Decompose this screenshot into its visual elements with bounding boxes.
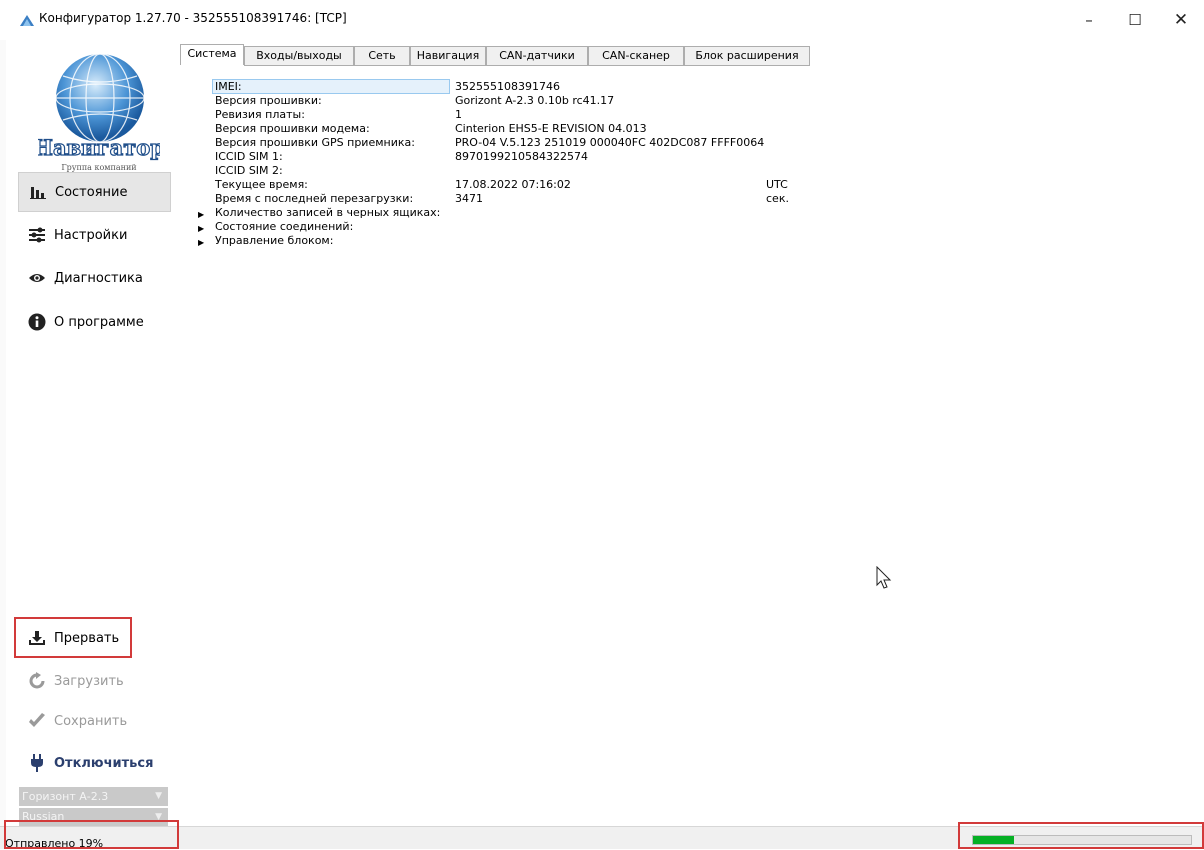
minimize-button[interactable]: –	[1066, 4, 1112, 36]
sidebar-item-diagnostics[interactable]: Диагностика	[18, 258, 171, 298]
sidebar-item-label: Диагностика	[54, 270, 143, 286]
device-select-value: Горизонт А-2.3	[22, 790, 109, 803]
tab-network[interactable]: Сеть	[354, 46, 410, 66]
expand-arrow-icon[interactable]: ▶	[198, 208, 204, 222]
property-unit: UTC	[766, 178, 788, 191]
download-icon	[26, 630, 48, 646]
svg-text:Группа компаний: Группа компаний	[61, 163, 136, 172]
tab-system[interactable]: Система	[180, 44, 244, 65]
info-icon	[26, 313, 48, 331]
group-label: Управление блоком:	[215, 234, 334, 247]
maximize-button[interactable]: ☐	[1112, 4, 1158, 36]
property-value: Gorizont A-2.3 0.10b rc41.17	[455, 94, 615, 107]
svg-text:Навигатор: Навигатор	[38, 135, 160, 160]
property-label: Версия прошивки GPS приемника:	[215, 136, 415, 149]
property-label: IMEI:	[215, 80, 242, 93]
property-value: 8970199210584322574	[455, 150, 588, 163]
navigator-logo: Навигатор Группа компаний	[38, 53, 160, 172]
refresh-icon	[26, 672, 48, 690]
tab-can-scanner[interactable]: CAN-сканер	[588, 46, 684, 66]
abort-label: Прервать	[54, 630, 120, 646]
expand-arrow-icon[interactable]: ▶	[198, 222, 204, 236]
tab-can-sensors[interactable]: CAN-датчики	[486, 46, 588, 66]
status-highlight	[4, 820, 179, 849]
title-bar: Конфигуратор 1.27.70 - 352555108391746: …	[0, 0, 1204, 40]
property-label: ICCID SIM 2:	[215, 164, 283, 177]
property-label: Ревизия платы:	[215, 108, 305, 121]
load-label: Загрузить	[54, 673, 124, 689]
abort-button[interactable]: Прервать	[18, 618, 171, 658]
eye-icon	[26, 272, 48, 284]
disconnect-button[interactable]: Отключиться	[18, 743, 171, 783]
sidebar: Навигатор Группа компаний Состояние Наст…	[6, 40, 175, 830]
expand-arrow-icon[interactable]: ▶	[198, 236, 204, 250]
property-label: Текущее время:	[215, 178, 308, 191]
sidebar-item-settings[interactable]: Настройки	[18, 215, 171, 255]
sidebar-item-label: Состояние	[55, 184, 128, 200]
sidebar-item-label: О программе	[54, 314, 144, 330]
sliders-icon	[26, 227, 48, 243]
bar-chart-icon	[27, 185, 49, 199]
window-title: Конфигуратор 1.27.70 - 352555108391746: …	[39, 11, 347, 25]
app-icon	[20, 15, 34, 26]
property-value: 1	[455, 108, 462, 121]
property-value: Cinterion EHS5-E REVISION 04.013	[455, 122, 647, 135]
sidebar-item-status[interactable]: Состояние	[18, 172, 171, 212]
system-panel: IMEI: 352555108391746 Версия прошивки: G…	[180, 66, 1204, 826]
tab-expansion-block[interactable]: Блок расширения	[684, 46, 810, 66]
load-button[interactable]: Загрузить	[18, 661, 171, 701]
progress-highlight	[958, 822, 1204, 849]
plug-icon	[26, 754, 48, 772]
sidebar-item-about[interactable]: О программе	[18, 302, 171, 342]
group-label: Состояние соединений:	[215, 220, 354, 233]
property-value: 17.08.2022 07:16:02	[455, 178, 571, 191]
group-label: Количество записей в черных ящиках:	[215, 206, 441, 219]
save-button[interactable]: Сохранить	[18, 701, 171, 741]
tab-navigation[interactable]: Навигация	[410, 46, 486, 66]
property-value: 352555108391746	[455, 80, 560, 93]
tab-io[interactable]: Входы/выходы	[244, 46, 354, 66]
sidebar-item-label: Настройки	[54, 227, 128, 243]
property-unit: сек.	[766, 192, 789, 205]
disconnect-label: Отключиться	[54, 755, 154, 771]
selected-row-highlight	[212, 79, 450, 94]
checkmark-icon	[26, 713, 48, 729]
save-label: Сохранить	[54, 713, 128, 729]
device-select[interactable]: Горизонт А-2.3 ▼	[19, 787, 168, 806]
property-label: Время с последней перезагрузки:	[215, 192, 414, 205]
property-value: PRO-04 V.5.123 251019 000040FC 402DC087 …	[455, 136, 765, 149]
close-button[interactable]: ✕	[1158, 4, 1204, 36]
mouse-cursor-icon	[876, 566, 892, 589]
property-label: ICCID SIM 1:	[215, 150, 283, 163]
property-label: Версия прошивки:	[215, 94, 322, 107]
property-value: 3471	[455, 192, 483, 205]
chevron-down-icon: ▼	[155, 791, 162, 801]
property-label: Версия прошивки модема:	[215, 122, 370, 135]
